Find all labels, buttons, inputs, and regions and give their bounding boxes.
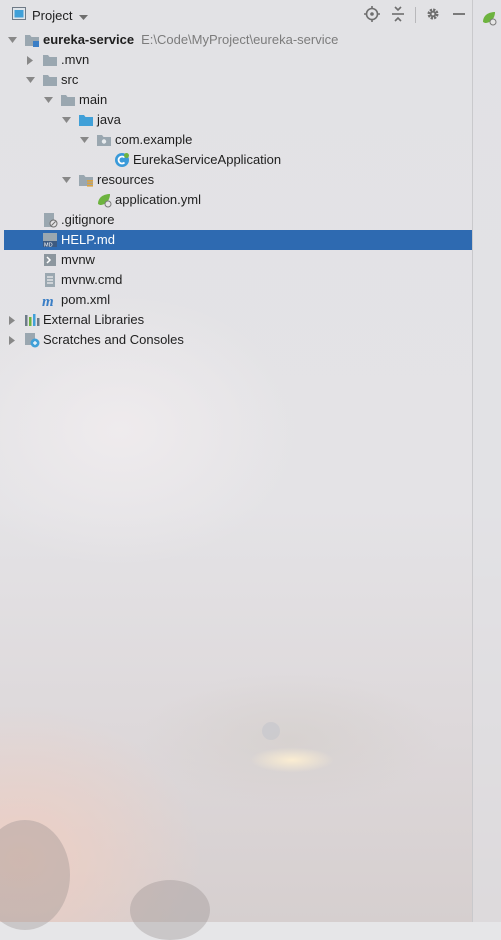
tree-item-mvnw[interactable]: mvnw bbox=[0, 250, 472, 270]
folder-icon bbox=[42, 72, 58, 88]
spring-icon bbox=[481, 10, 497, 29]
tree-item-label: java bbox=[97, 112, 121, 127]
collapsed-arrow-icon[interactable] bbox=[6, 310, 18, 330]
libraries-icon bbox=[24, 312, 40, 328]
gear-icon bbox=[425, 6, 441, 25]
expanded-arrow-icon[interactable] bbox=[42, 90, 54, 110]
module-folder-icon bbox=[24, 32, 40, 48]
tree-item-yml[interactable]: application.yml bbox=[0, 190, 472, 210]
markdown-file-icon: MD bbox=[42, 232, 58, 249]
source-folder-icon bbox=[78, 112, 94, 128]
tree-item-label: application.yml bbox=[115, 192, 201, 207]
tree-item-mvn[interactable]: .mvn bbox=[0, 50, 472, 70]
tree-item-class[interactable]: EurekaServiceApplication bbox=[0, 150, 472, 170]
view-selector[interactable]: Project bbox=[12, 7, 89, 24]
tree-item-label: Scratches and Consoles bbox=[43, 332, 184, 347]
tree-item-pom[interactable]: m pom.xml bbox=[0, 290, 472, 310]
maven-icon: m bbox=[42, 292, 58, 310]
collapsed-arrow-icon[interactable] bbox=[24, 50, 36, 70]
tree-item-label: resources bbox=[97, 172, 155, 187]
tree-item-package[interactable]: com.example bbox=[0, 130, 472, 150]
tree-item-java[interactable]: java bbox=[0, 110, 472, 130]
tree-item-src[interactable]: src bbox=[0, 70, 472, 90]
expanded-arrow-icon[interactable] bbox=[6, 30, 18, 50]
expanded-arrow-icon[interactable] bbox=[60, 170, 72, 190]
project-tree: eureka-service E:\Code\MyProject\eureka-s… bbox=[0, 30, 472, 350]
spring-class-icon bbox=[114, 152, 130, 168]
locate-button[interactable] bbox=[359, 2, 385, 28]
expanded-arrow-icon[interactable] bbox=[78, 130, 90, 150]
chevron-down-icon bbox=[79, 9, 89, 24]
minimize-button[interactable] bbox=[446, 2, 472, 28]
project-name: eureka-service bbox=[43, 32, 135, 47]
tree-item-label: pom.xml bbox=[61, 292, 111, 307]
tree-item-label: mvnw.cmd bbox=[61, 272, 123, 287]
editor-edge bbox=[473, 0, 501, 922]
expanded-arrow-icon[interactable] bbox=[60, 110, 72, 130]
project-view-icon bbox=[12, 7, 26, 23]
collapse-all-icon bbox=[390, 5, 406, 25]
scratches-icon bbox=[24, 332, 40, 348]
package-icon bbox=[96, 132, 112, 148]
locate-icon bbox=[364, 5, 380, 25]
tool-window-title: Project bbox=[32, 7, 73, 23]
tree-item-gitignore[interactable]: .gitignore bbox=[0, 210, 472, 230]
tree-item-help-md[interactable]: MD HELP.md bbox=[4, 230, 472, 250]
tree-item-scratches[interactable]: Scratches and Consoles bbox=[0, 330, 472, 350]
svg-text:m: m bbox=[42, 294, 54, 308]
tree-item-resources[interactable]: resources bbox=[0, 170, 472, 190]
folder-icon bbox=[60, 92, 76, 108]
ignored-file-icon bbox=[42, 212, 58, 228]
spring-config-icon bbox=[96, 192, 112, 208]
shell-script-icon bbox=[42, 252, 58, 268]
tree-item-root[interactable]: eureka-service E:\Code\MyProject\eureka-s… bbox=[0, 30, 472, 50]
tree-item-label: EurekaServiceApplication bbox=[133, 152, 282, 167]
settings-button[interactable] bbox=[420, 2, 446, 28]
project-path: E:\Code\MyProject\eureka-service bbox=[141, 32, 339, 47]
tree-item-label: .mvn bbox=[61, 52, 90, 67]
tree-item-label: com.example bbox=[115, 132, 193, 147]
tree-item-label: src bbox=[61, 72, 79, 87]
svg-text:MD: MD bbox=[44, 243, 53, 249]
text-file-icon bbox=[42, 272, 58, 288]
tree-item-label: External Libraries bbox=[43, 312, 145, 327]
tree-item-mvnw-cmd[interactable]: mvnw.cmd bbox=[0, 270, 472, 290]
tool-window-header: Project bbox=[0, 0, 472, 30]
tree-item-main[interactable]: main bbox=[0, 90, 472, 110]
tree-item-external-libraries[interactable]: External Libraries bbox=[0, 310, 472, 330]
resources-folder-icon bbox=[78, 172, 94, 188]
project-tool-window: Project eureka-service E:\Code\MyProject… bbox=[0, 0, 472, 922]
tree-item-label: mvnw bbox=[61, 252, 95, 267]
tree-item-label: main bbox=[79, 92, 108, 107]
minimize-icon bbox=[452, 7, 466, 24]
tree-item-label: HELP.md bbox=[61, 232, 115, 247]
toolbar-separator bbox=[415, 7, 416, 23]
expanded-arrow-icon[interactable] bbox=[24, 70, 36, 90]
collapsed-arrow-icon[interactable] bbox=[6, 330, 18, 350]
folder-icon bbox=[42, 52, 58, 68]
collapse-all-button[interactable] bbox=[385, 2, 411, 28]
tree-item-label: .gitignore bbox=[61, 212, 115, 227]
